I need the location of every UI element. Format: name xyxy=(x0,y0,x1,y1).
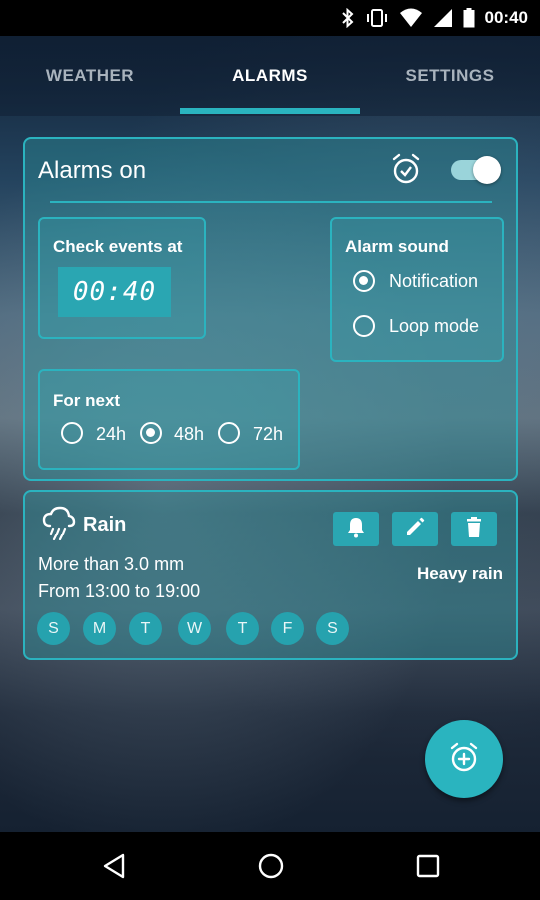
radio-48h[interactable] xyxy=(140,422,162,444)
day-monday[interactable]: M xyxy=(83,612,116,645)
alarms-title: Alarms on xyxy=(38,157,147,184)
bluetooth-icon xyxy=(341,8,355,28)
rain-cloud-icon xyxy=(42,506,76,545)
radio-72h[interactable] xyxy=(218,422,240,444)
vibrate-icon xyxy=(365,8,389,28)
radio-24h[interactable] xyxy=(61,422,83,444)
rain-intensity: Heavy rain xyxy=(417,564,503,583)
for-next-label: For next xyxy=(53,391,121,410)
day-saturday[interactable]: S xyxy=(316,612,349,645)
alarm-sound-box: Alarm sound Notification Loop mode xyxy=(330,217,504,362)
divider xyxy=(50,201,492,203)
check-events-label: Check events at xyxy=(53,237,183,256)
day-tuesday[interactable]: T xyxy=(129,612,162,645)
loop-mode-label[interactable]: Loop mode xyxy=(389,316,479,337)
label-72h[interactable]: 72h xyxy=(253,424,283,445)
rain-time-range: From 13:00 to 19:00 xyxy=(38,581,201,601)
check-time-button[interactable]: 00:40 xyxy=(58,267,171,317)
tab-indicator xyxy=(180,108,360,114)
rain-condition: More than 3.0 mm xyxy=(38,554,185,574)
radio-loop-mode[interactable] xyxy=(353,315,375,337)
day-sunday[interactable]: S xyxy=(37,612,70,645)
add-alarm-button[interactable] xyxy=(425,720,503,798)
trash-icon xyxy=(465,516,483,543)
alarm-check-icon xyxy=(391,153,421,190)
check-events-box: Check events at 00:40 xyxy=(38,217,206,339)
wifi-icon xyxy=(399,8,423,28)
bell-icon xyxy=(346,516,366,543)
day-thursday[interactable]: T xyxy=(226,612,259,645)
status-bar: 00:40 xyxy=(0,0,540,36)
status-time: 00:40 xyxy=(484,8,528,27)
navigation-bar xyxy=(0,832,540,900)
tab-alarms[interactable]: ALARMS xyxy=(180,36,360,116)
label-48h[interactable]: 48h xyxy=(174,424,204,445)
tab-bar: WEATHER ALARMS SETTINGS xyxy=(0,36,540,116)
pencil-icon xyxy=(404,516,426,543)
battery-icon xyxy=(463,8,475,28)
notification-label[interactable]: Notification xyxy=(389,271,478,292)
for-next-box: For next 24h 48h 72h xyxy=(38,369,300,470)
back-icon[interactable] xyxy=(101,852,127,885)
alarms-toggle[interactable] xyxy=(451,156,501,184)
alarms-settings-card: Alarms on Check events at 00:40 Alarm so… xyxy=(23,137,518,481)
signal-icon xyxy=(433,8,453,28)
tab-settings[interactable]: SETTINGS xyxy=(360,36,540,116)
radio-notification[interactable] xyxy=(353,270,375,292)
add-alarm-icon xyxy=(448,741,480,778)
label-24h[interactable]: 24h xyxy=(96,424,126,445)
edit-button[interactable] xyxy=(392,512,438,546)
day-wednesday[interactable]: W xyxy=(178,612,211,645)
recents-icon[interactable] xyxy=(415,853,441,884)
delete-button[interactable] xyxy=(451,512,497,546)
home-icon[interactable] xyxy=(257,852,285,885)
day-friday[interactable]: F xyxy=(271,612,304,645)
tab-weather[interactable]: WEATHER xyxy=(0,36,180,116)
bell-button[interactable] xyxy=(333,512,379,546)
toggle-knob xyxy=(473,156,501,184)
app-content: WEATHER ALARMS SETTINGS Alarms on Check … xyxy=(0,36,540,832)
alarm-sound-label: Alarm sound xyxy=(345,237,449,256)
rain-title: Rain xyxy=(83,514,127,536)
